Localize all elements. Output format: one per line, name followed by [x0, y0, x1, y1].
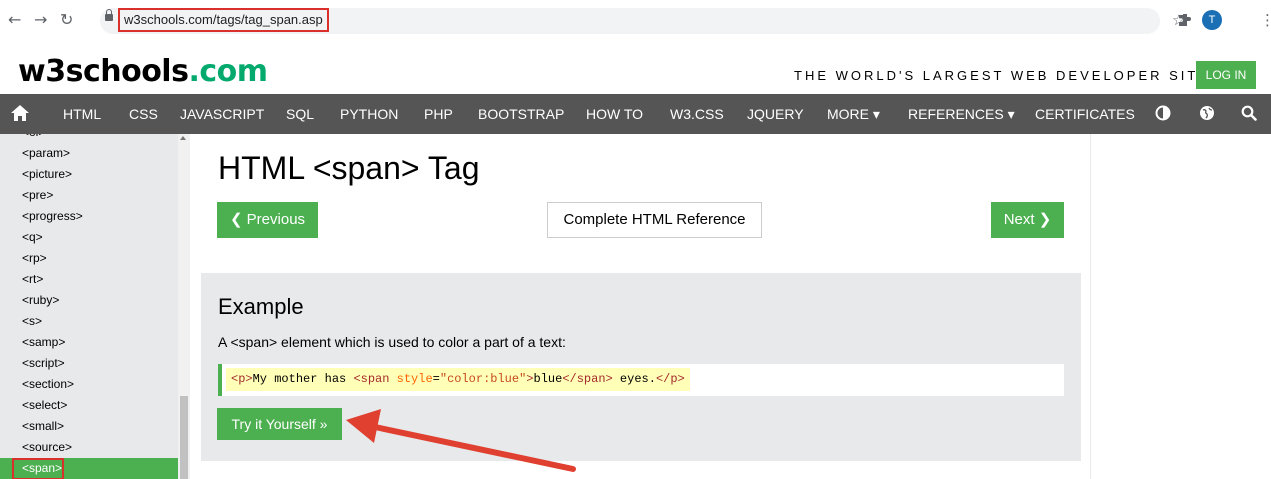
back-arrow-icon[interactable]: ← — [8, 10, 21, 30]
nav-how-to[interactable]: HOW TO — [586, 94, 643, 134]
reload-icon[interactable]: ↻ — [60, 10, 73, 30]
sidebar-item[interactable]: <param> — [0, 143, 178, 164]
logo-tld: .com — [188, 54, 268, 89]
nav-w3css[interactable]: W3.CSS — [670, 94, 724, 134]
sidebar-item[interactable]: <picture> — [0, 164, 178, 185]
search-icon[interactable] — [1241, 105, 1257, 121]
nav-html[interactable]: HTML — [63, 94, 101, 134]
page-title: HTML <span> Tag — [218, 150, 480, 186]
login-button[interactable]: LOG IN — [1196, 61, 1256, 89]
example-description: A <span> element which is used to color … — [218, 334, 566, 350]
nav-sql[interactable]: SQL — [286, 94, 314, 134]
sidebar-item[interactable]: <ruby> — [0, 290, 178, 311]
profile-avatar[interactable]: T — [1202, 10, 1222, 30]
code-text-1: My mother has — [252, 372, 354, 386]
code-line: <p>My mother has <span style="color:blue… — [226, 368, 690, 391]
lock-icon — [105, 9, 113, 21]
sidebar-item[interactable]: <progress> — [0, 206, 178, 227]
nav-jquery[interactable]: JQUERY — [747, 94, 804, 134]
code-eq: = — [432, 372, 440, 386]
previous-button[interactable]: ❮ Previous — [217, 202, 318, 238]
nav-references[interactable]: REFERENCES ▾ — [908, 94, 1015, 134]
url-text[interactable]: w3schools.com/tags/tag_span.asp — [118, 8, 329, 32]
code-p-open: <p> — [231, 372, 253, 386]
sidebar-item[interactable]: <section> — [0, 374, 178, 395]
nav-certificates[interactable]: CERTIFICATES — [1035, 94, 1135, 134]
top-navigation: HTML CSS JAVASCRIPT SQL PYTHON PHP BOOTS… — [0, 94, 1271, 134]
sidebar-item[interactable]: <pre> — [0, 185, 178, 206]
sidebar-scroll-thumb[interactable] — [180, 396, 188, 479]
nav-css[interactable]: CSS — [129, 94, 158, 134]
sidebar-item[interactable]: <source> — [0, 437, 178, 458]
code-span-close: </span> — [562, 372, 613, 386]
code-attr-value: "color:blue" — [439, 372, 527, 386]
browser-menu-icon[interactable]: ⋮ — [1260, 11, 1271, 29]
site-tagline: THE WORLD'S LARGEST WEB DEVELOPER SITE — [794, 68, 1211, 83]
forward-arrow-icon[interactable]: → — [34, 10, 47, 30]
scroll-up-icon[interactable] — [180, 136, 186, 140]
code-span-bracket: > — [526, 372, 534, 386]
sidebar-item[interactable]: <small> — [0, 416, 178, 437]
extensions-icon[interactable] — [1178, 13, 1192, 27]
nav-bootstrap[interactable]: BOOTSTRAP — [478, 94, 564, 134]
code-example: <p>My mother has <span style="color:blue… — [218, 364, 1064, 396]
example-heading: Example — [218, 294, 304, 319]
sidebar-item[interactable]: <select> — [0, 395, 178, 416]
nav-more[interactable]: MORE ▾ — [827, 94, 880, 134]
sidebar-item[interactable]: <rp> — [0, 248, 178, 269]
logo-main: w3schools — [18, 54, 189, 89]
home-icon[interactable] — [10, 104, 30, 122]
right-column-divider — [1090, 134, 1091, 479]
site-logo[interactable]: w3schools.com — [18, 54, 268, 89]
nav-php[interactable]: PHP — [424, 94, 453, 134]
code-span-open: <span — [353, 372, 390, 386]
browser-toolbar: ← → ↻ w3schools.com/tags/tag_span.asp ☆ … — [0, 0, 1271, 43]
next-button[interactable]: Next ❯ — [991, 202, 1064, 238]
sidebar-item[interactable]: <q> — [0, 227, 178, 248]
active-item-highlight — [12, 458, 64, 479]
code-p-close: </p> — [655, 372, 685, 386]
try-it-yourself-button[interactable]: Try it Yourself » — [217, 408, 342, 440]
code-attr-name: style — [389, 372, 433, 386]
contrast-icon[interactable] — [1155, 105, 1171, 121]
sidebar-item[interactable]: <ol> — [0, 134, 178, 143]
globe-icon[interactable] — [1199, 105, 1215, 121]
nav-javascript[interactable]: JAVASCRIPT — [180, 94, 264, 134]
nav-python[interactable]: PYTHON — [340, 94, 398, 134]
sidebar: <ol><param><picture><pre><progress><q><r… — [0, 134, 190, 479]
sidebar-item[interactable]: <s> — [0, 311, 178, 332]
code-text-3: eyes. — [612, 372, 656, 386]
sidebar-item[interactable]: <rt> — [0, 269, 178, 290]
code-text-2: blue — [533, 372, 563, 386]
sidebar-item[interactable]: <samp> — [0, 332, 178, 353]
complete-reference-button[interactable]: Complete HTML Reference — [547, 202, 762, 238]
sidebar-item[interactable]: <script> — [0, 353, 178, 374]
